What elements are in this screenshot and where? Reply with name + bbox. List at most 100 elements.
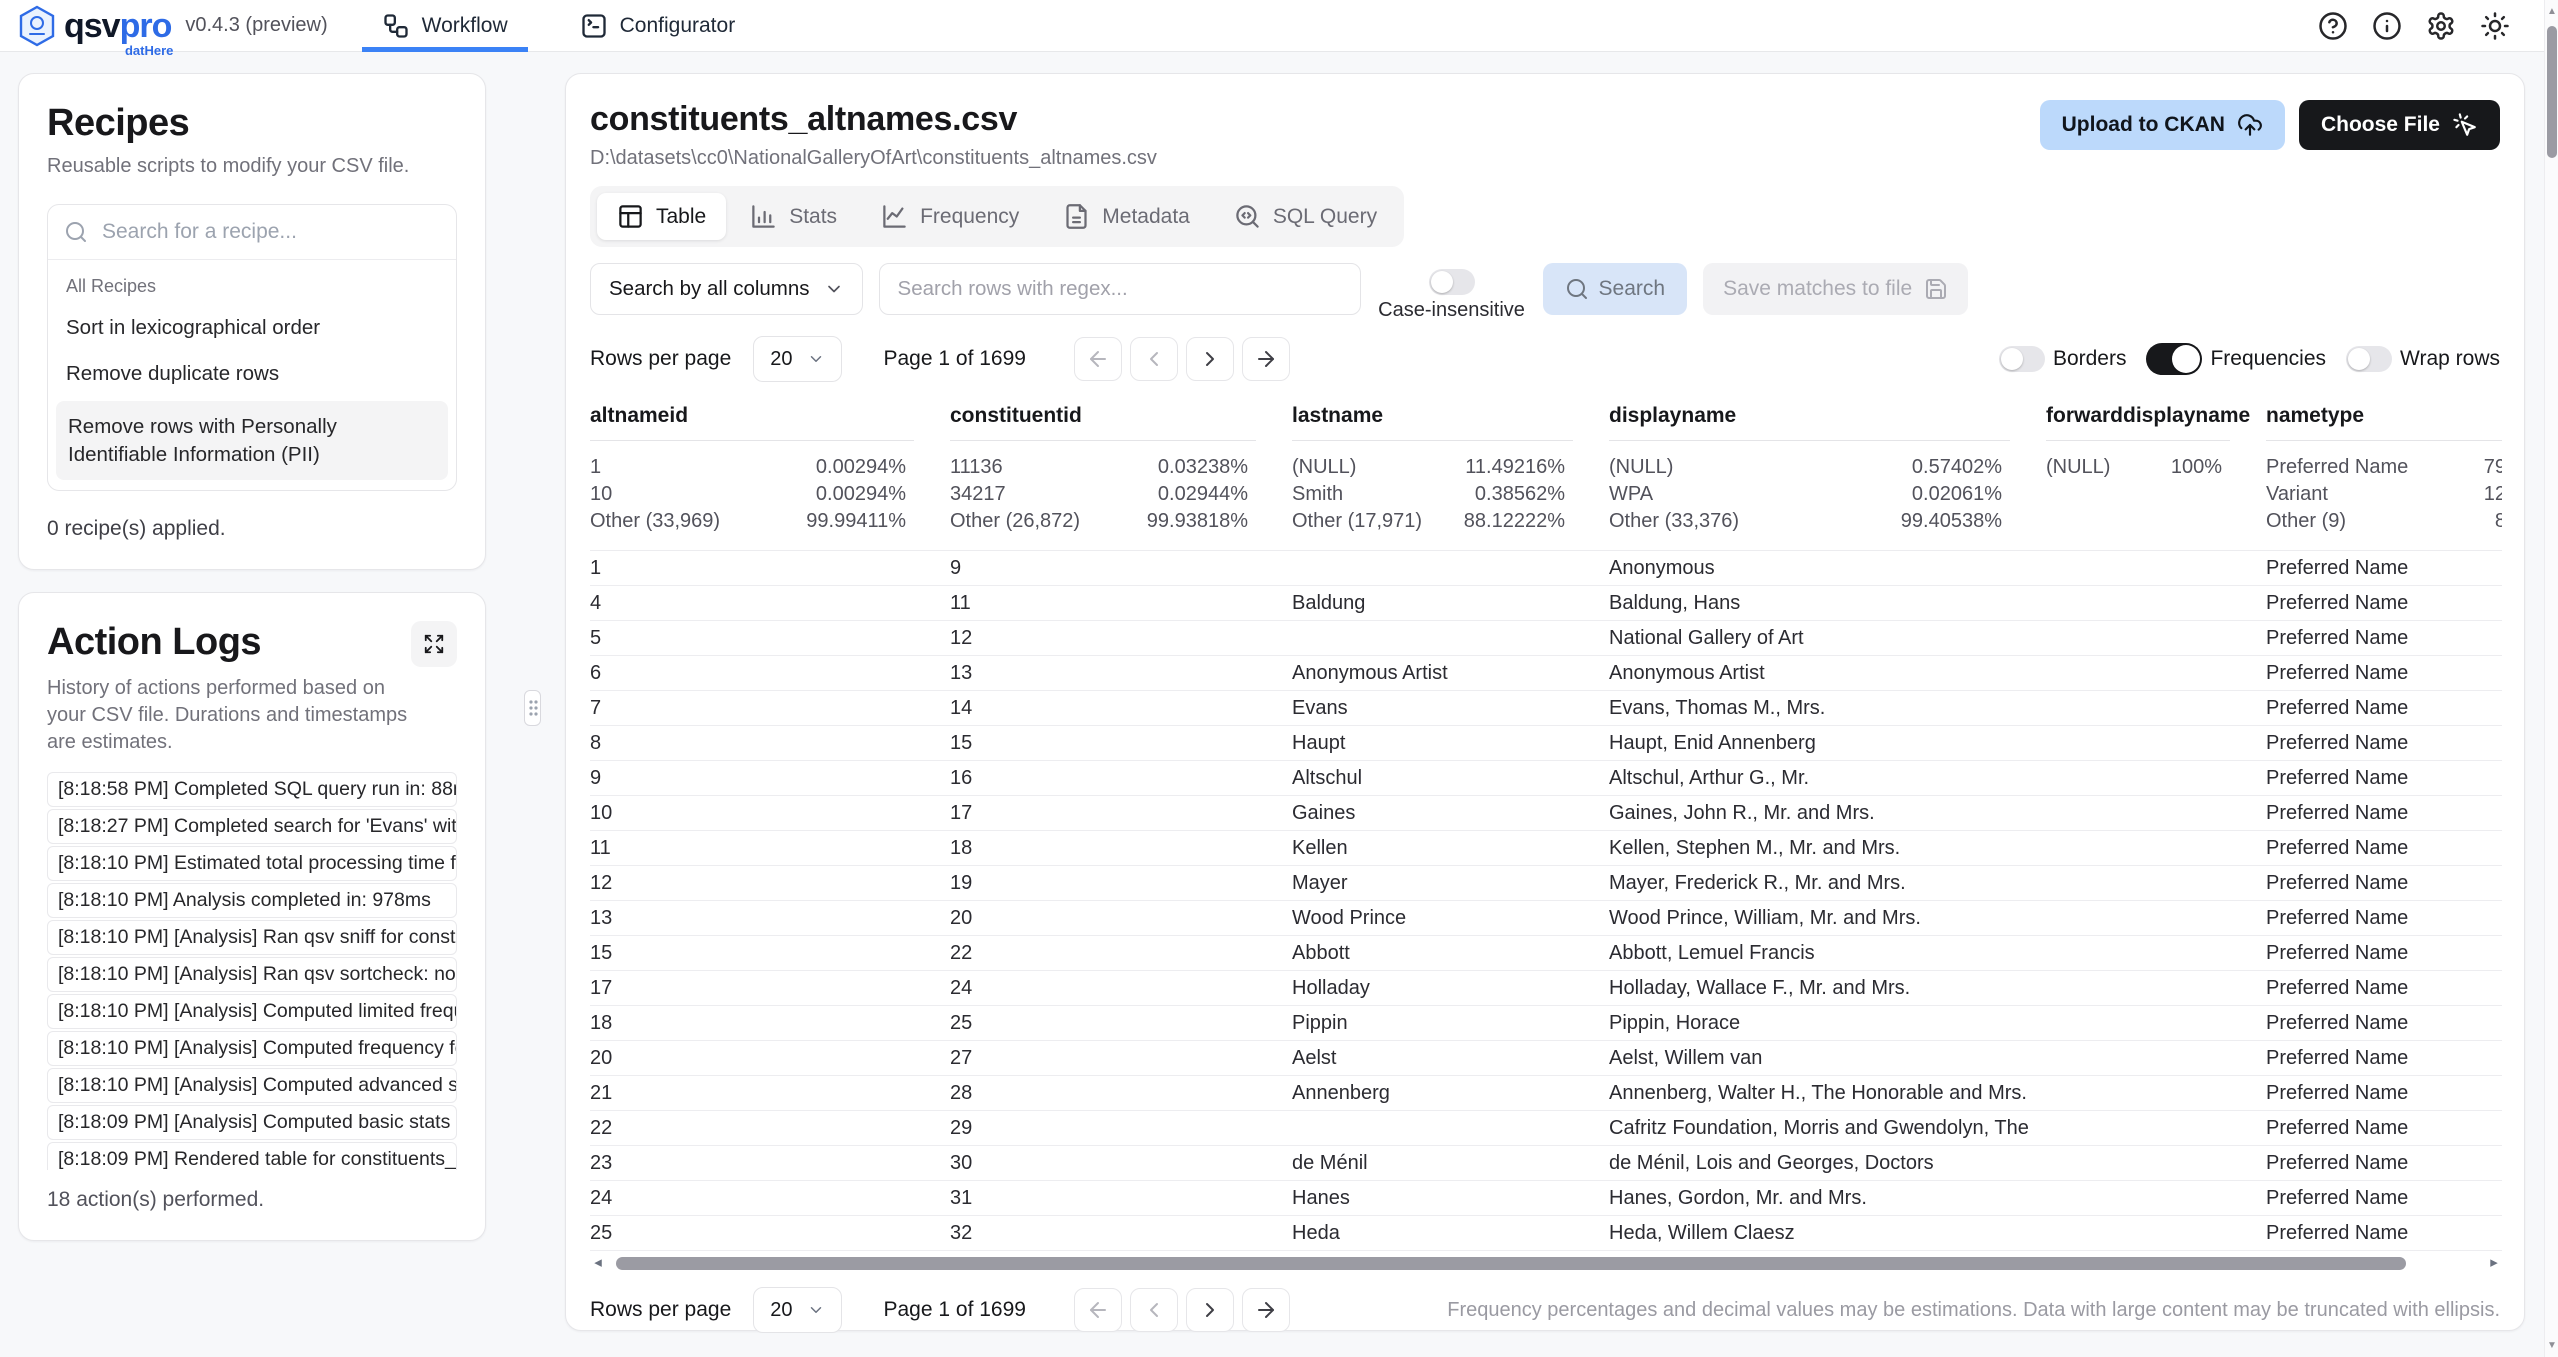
line-chart-icon [881,203,908,230]
first-page-button[interactable] [1074,1288,1122,1332]
rows-per-page-select[interactable]: 20 [753,336,841,382]
borders-label: Borders [2053,347,2127,371]
hscroll-track[interactable] [606,1257,2486,1270]
choose-file-button[interactable]: Choose File [2299,100,2500,150]
cell-displayname: Pippin, Horace [1609,1006,2046,1040]
rows-per-page-select[interactable]: 20 [753,1287,841,1333]
cell-forwarddisplayname [2046,1041,2266,1075]
tab-sql-query[interactable]: SQL Query [1214,193,1397,240]
cell-constituentid: 15 [950,726,1292,760]
cell-constituentid: 9 [950,551,1292,585]
save-matches-button[interactable]: Save matches to file [1703,263,1968,315]
next-page-button[interactable] [1186,1288,1234,1332]
view-tabs: Table Stats Frequency Metadata SQL Query [590,186,1404,247]
window-scrollbar[interactable]: ▲ ▼ [2544,0,2558,1357]
chevron-right-icon [1198,1298,1222,1322]
cell-nametype: Preferred Name [2266,1146,2502,1180]
borders-toggle[interactable] [1999,346,2045,372]
previous-page-button[interactable] [1130,337,1178,381]
cell-altnameid: 25 [590,1216,950,1250]
scrollbar-down-arrow[interactable]: ▼ [2545,1340,2558,1351]
cell-lastname [1292,621,1609,655]
frequencies-toggle[interactable] [2146,343,2202,375]
freq-percent: 0.38562% [1475,481,1565,508]
tab-metadata[interactable]: Metadata [1043,193,1210,240]
recipe-item-selected[interactable]: Remove rows with Personally Identifiable… [56,401,448,480]
column-header[interactable]: altnameid [590,398,950,441]
settings-gear-icon[interactable] [2426,11,2456,41]
panel-resize-handle[interactable] [524,690,541,726]
upload-to-ckan-button[interactable]: Upload to CKAN [2040,100,2285,150]
cell-displayname: Hanes, Gordon, Mr. and Mrs. [1609,1181,2046,1215]
freq-percent: 0.02061% [1912,481,2002,508]
hscroll-right-arrow[interactable]: ▸ [2486,1255,2502,1271]
last-page-button[interactable] [1242,337,1290,381]
recipe-item[interactable]: Sort in lexicographical order [48,305,456,351]
file-path: D:\datasets\cc0\NationalGalleryOfArt\con… [590,147,1157,170]
column-header[interactable]: lastname [1292,398,1609,441]
next-page-button[interactable] [1186,337,1234,381]
cell-forwarddisplayname [2046,1146,2266,1180]
cell-forwarddisplayname [2046,936,2266,970]
search-icon [1565,277,1589,301]
theme-sun-icon[interactable] [2480,11,2510,41]
table-row: 17 24 Holladay Holladay, Wallace F., Mr.… [590,971,2502,1006]
chevron-down-icon [807,350,825,368]
file-name: constituents_altnames.csv [590,100,1157,139]
save-icon [1924,277,1948,301]
cell-displayname: de Ménil, Lois and Georges, Doctors [1609,1146,2046,1180]
nav-tab-configurator[interactable]: Configurator [572,0,744,52]
hscroll-thumb[interactable] [616,1257,2406,1270]
freq-value: Other (33,376) [1609,508,1739,535]
freq-percent: 0.02944% [1158,481,1248,508]
freq-value: (NULL) [2046,454,2110,481]
last-page-button[interactable] [1242,1288,1290,1332]
cell-lastname: Altschul [1292,761,1609,795]
cell-constituentid: 12 [950,621,1292,655]
horizontal-scrollbar[interactable]: ◂ ▸ [590,1255,2502,1271]
arrow-left-icon [1086,1298,1110,1322]
cell-displayname: Aelst, Willem van [1609,1041,2046,1075]
column-header[interactable]: forwarddisplayname [2046,398,2266,441]
hscroll-left-arrow[interactable]: ◂ [590,1255,606,1271]
nav-tab-workflow[interactable]: Workflow [374,0,516,52]
table-row: 25 32 Heda Heda, Willem Claesz Preferred… [590,1216,2502,1251]
column-header[interactable]: displayname [1609,398,2046,441]
search-button[interactable]: Search [1543,263,1688,315]
first-page-button[interactable] [1074,337,1122,381]
search-scope-label: Search by all columns [609,277,810,301]
recipe-search-input[interactable] [100,219,440,245]
column-header[interactable]: nametype [2266,398,2502,441]
regex-search-input[interactable] [879,263,1361,315]
app-version: v0.4.3 (preview) [185,14,327,37]
tab-stats[interactable]: Stats [730,193,857,240]
cell-nametype: Preferred Name [2266,1111,2502,1145]
table-row: 6 13 Anonymous Artist Anonymous Artist P… [590,656,2502,691]
info-icon[interactable] [2372,11,2402,41]
cell-constituentid: 19 [950,866,1292,900]
freq-percent: 79 [2484,454,2502,481]
frequency-cell: (NULL)0.57402% WPA0.02061% Other (33,376… [1609,454,2046,535]
case-insensitive-toggle[interactable] [1429,269,1475,295]
cell-displayname: Abbott, Lemuel Francis [1609,936,2046,970]
tab-table[interactable]: Table [597,193,726,240]
scrollbar-thumb[interactable] [2547,26,2557,158]
freq-value: 11136 [950,454,1003,481]
frequency-cell: (NULL)11.49216% Smith0.38562% Other (17,… [1292,454,1609,535]
previous-page-button[interactable] [1130,1288,1178,1332]
page-indicator: Page 1 of 1699 [884,1298,1026,1322]
cell-displayname: Anonymous [1609,551,2046,585]
scrollbar-up-arrow[interactable]: ▲ [2545,6,2558,17]
help-icon[interactable] [2318,11,2348,41]
cell-nametype: Preferred Name [2266,1181,2502,1215]
cell-lastname [1292,551,1609,585]
search-scope-select[interactable]: Search by all columns [590,263,863,315]
wrap-rows-toggle[interactable] [2346,346,2392,372]
app-logo-icon [18,5,56,47]
cell-nametype: Preferred Name [2266,551,2502,585]
recipe-item[interactable]: Remove duplicate rows [48,351,456,397]
cell-displayname: Wood Prince, William, Mr. and Mrs. [1609,901,2046,935]
column-header[interactable]: constituentid [950,398,1292,441]
tab-frequency[interactable]: Frequency [861,193,1039,240]
expand-logs-button[interactable] [411,621,457,667]
